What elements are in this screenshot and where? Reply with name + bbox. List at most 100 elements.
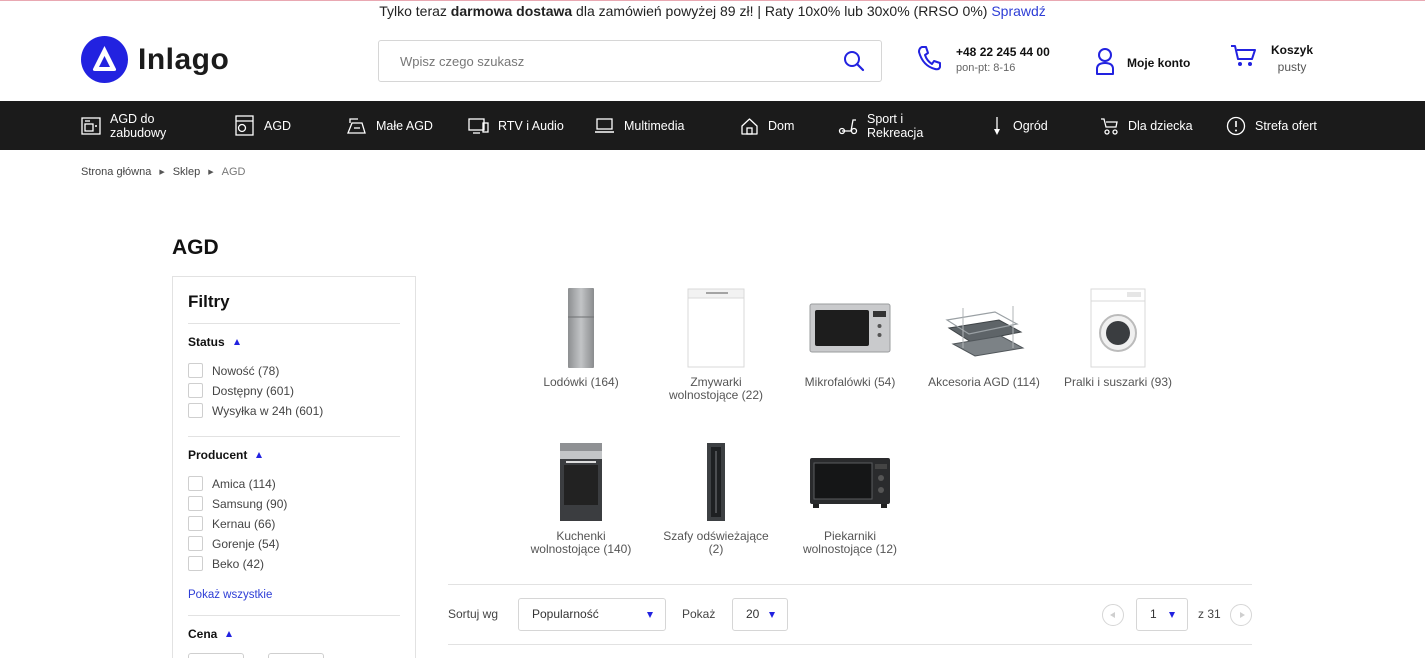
checkbox[interactable] <box>188 363 203 378</box>
page-select[interactable]: 1 <box>1136 598 1188 631</box>
nav-item-ogrod[interactable]: Ogród <box>990 101 1048 150</box>
stove-image <box>523 440 639 524</box>
collapse-arrow-icon <box>226 631 233 637</box>
checkbox[interactable] <box>188 516 203 531</box>
chevron-down-icon <box>769 612 775 618</box>
filter-option-label: Kernau (66) <box>212 516 276 531</box>
show-label: Pokaż <box>682 607 716 621</box>
breadcrumb-home[interactable]: Strona główna <box>81 166 151 178</box>
filter-option-beko[interactable]: Beko (42) <box>188 556 264 571</box>
phone-contact[interactable]: +48 22 245 44 00 pon-pt: 8-16 <box>916 44 1050 77</box>
filter-option-label: Wysyłka w 24h (601) <box>212 403 324 418</box>
show-all-producers-link[interactable]: Pokaż wszystkie <box>188 589 272 601</box>
category-tile-akcesoria[interactable]: Akcesoria AGD (114) <box>926 286 1042 389</box>
microwave-image <box>792 286 908 370</box>
next-page-button[interactable] <box>1230 604 1252 626</box>
cart-link[interactable]: Koszyk pusty <box>1230 43 1313 74</box>
scooter-icon <box>838 118 858 134</box>
nav-label: Małe AGD <box>376 118 433 133</box>
user-icon <box>1095 47 1115 78</box>
price-min-input[interactable] <box>188 653 244 658</box>
page-value: 1 <box>1150 607 1157 621</box>
cart-icon <box>1230 43 1257 74</box>
per-page-select[interactable]: 20 <box>732 598 788 631</box>
checkbox[interactable] <box>188 556 203 571</box>
nav-label: Ogród <box>1013 118 1048 133</box>
category-tile-mikrofalowki[interactable]: Mikrofalówki (54) <box>792 286 908 389</box>
filter-status-toggle[interactable]: Status <box>188 335 240 349</box>
promo-link[interactable]: Sprawdź <box>991 3 1045 19</box>
nav-item-multimedia[interactable]: Multimedia <box>594 101 684 150</box>
oven-tray-image <box>926 286 1042 370</box>
chevron-down-icon <box>1169 612 1175 618</box>
filters-panel: Filtry Status Nowość (78) Dostępny (601)… <box>172 276 416 658</box>
nav-item-male-agd[interactable]: Małe AGD <box>346 101 433 150</box>
nav-item-rtv-audio[interactable]: RTV i Audio <box>468 101 564 150</box>
filter-option-label: Samsung (90) <box>212 496 288 511</box>
search-icon[interactable] <box>843 50 865 72</box>
sort-select[interactable]: Popularność <box>518 598 666 631</box>
category-tile-szafy[interactable]: Szafy odświeżające (2) <box>658 440 774 556</box>
category-tile-lodowki[interactable]: Lodówki (164) <box>523 286 639 389</box>
filter-option-label: Dostępny (601) <box>212 383 295 398</box>
filter-option-gorenje[interactable]: Gorenje (54) <box>188 536 279 551</box>
filter-option-wysylka[interactable]: Wysyłka w 24h (601) <box>188 403 323 418</box>
sort-label: Sortuj wg <box>448 607 499 621</box>
filter-option-kernau[interactable]: Kernau (66) <box>188 516 275 531</box>
breadcrumb-shop[interactable]: Sklep <box>173 166 201 178</box>
checkbox[interactable] <box>188 383 203 398</box>
built-in-appliance-icon <box>81 116 101 135</box>
category-label: Pralki i suszarki (93) <box>1063 375 1173 389</box>
sort-value: Popularność <box>532 607 599 621</box>
filters-title: Filtry <box>188 292 230 311</box>
breadcrumb-current: AGD <box>221 166 246 178</box>
nav-item-dom[interactable]: Dom <box>740 101 794 150</box>
category-tile-piekarniki[interactable]: Piekarniki wolnostojące (12) <box>792 440 908 556</box>
filter-option-amica[interactable]: Amica (114) <box>188 476 276 491</box>
stroller-icon <box>1101 117 1118 135</box>
logo[interactable]: Inlago <box>81 36 229 83</box>
category-tile-zmywarki[interactable]: Zmywarki wolnostojące (22) <box>658 286 774 402</box>
checkbox[interactable] <box>188 496 203 511</box>
nav-item-dla-dziecka[interactable]: Dla dziecka <box>1100 101 1193 150</box>
nav-item-agd[interactable]: AGD <box>234 101 291 150</box>
cart-title: Koszyk <box>1271 43 1314 57</box>
filter-option-dostepny[interactable]: Dostępny (601) <box>188 383 294 398</box>
nav-label: Dom <box>768 118 795 133</box>
account-link[interactable]: Moje konto <box>1095 47 1190 78</box>
category-label: Piekarniki wolnostojące (12) <box>802 529 898 556</box>
nav-item-agd-do-zabudowy[interactable]: AGD do zabudowy <box>81 101 201 150</box>
filter-option-label: Amica (114) <box>212 476 276 491</box>
filter-option-nowosc[interactable]: Nowość (78) <box>188 363 279 378</box>
fridge-icon <box>235 115 254 136</box>
filter-heading: Cena <box>188 627 218 641</box>
page-total: z 31 <box>1198 607 1221 621</box>
breadcrumb-separator-icon: ▶ <box>208 169 214 176</box>
per-page-value: 20 <box>746 607 760 621</box>
garden-tool-icon <box>994 116 1000 135</box>
checkbox[interactable] <box>188 476 203 491</box>
breadcrumb: Strona główna ▶ Sklep ▶ AGD <box>81 166 245 178</box>
checkbox[interactable] <box>188 403 203 418</box>
filter-producer-toggle[interactable]: Producent <box>188 448 263 462</box>
breadcrumb-separator-icon: ▶ <box>159 169 165 176</box>
search-input[interactable] <box>379 41 829 81</box>
nav-label: AGD do zabudowy <box>110 111 167 140</box>
nav-item-sport[interactable]: Sport i Rekreacja <box>838 101 927 150</box>
nav-item-strefa-ofert[interactable]: Strefa ofert <box>1226 101 1317 150</box>
filter-price-toggle[interactable]: Cena <box>188 627 233 641</box>
filter-option-label: Gorenje (54) <box>212 536 280 551</box>
filter-heading: Producent <box>188 448 248 462</box>
filter-heading: Status <box>188 335 225 349</box>
category-label: Kuchenki wolnostojące (140) <box>530 529 632 556</box>
collapse-arrow-icon <box>256 452 263 458</box>
prev-page-button[interactable] <box>1102 604 1124 626</box>
filter-option-samsung[interactable]: Samsung (90) <box>188 496 287 511</box>
category-label: Szafy odświeżające (2) <box>663 529 769 556</box>
price-max-input[interactable] <box>268 653 324 658</box>
checkbox[interactable] <box>188 536 203 551</box>
filter-option-label: Beko (42) <box>212 556 265 571</box>
category-tile-pralki[interactable]: Pralki i suszarki (93) <box>1060 286 1176 389</box>
arrow-right-icon <box>1240 612 1245 618</box>
category-tile-kuchenki[interactable]: Kuchenki wolnostojące (140) <box>523 440 639 556</box>
